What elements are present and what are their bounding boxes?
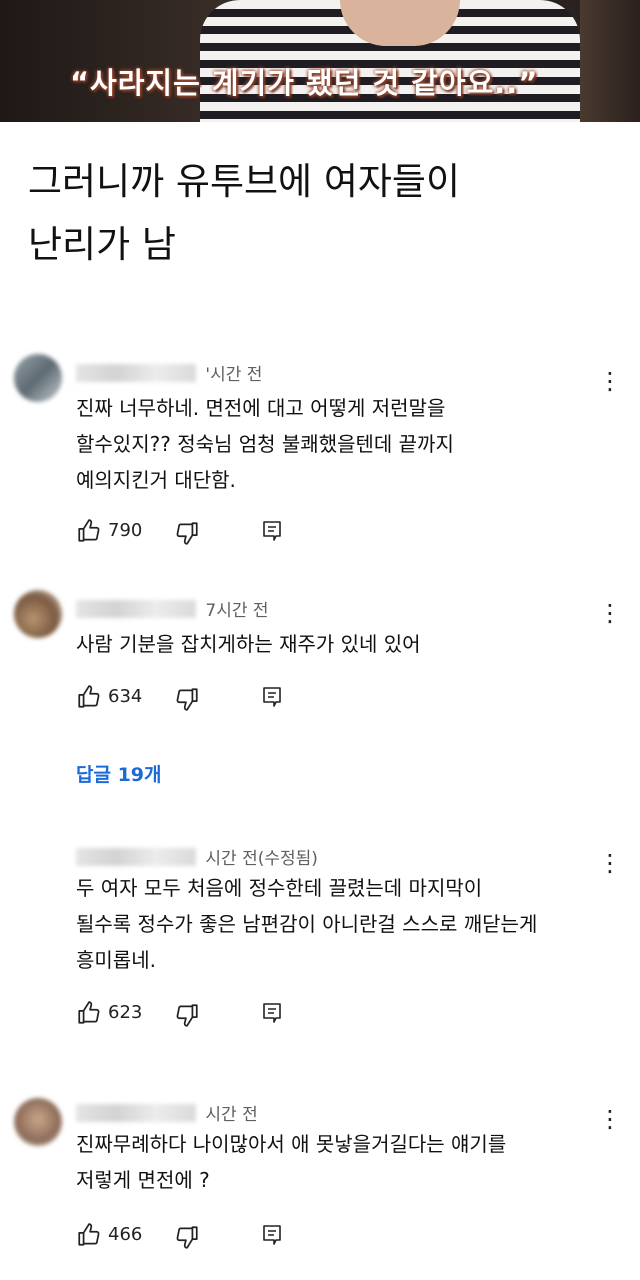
post-line: 난리가 남 [28, 223, 176, 266]
like-count: 634 [108, 686, 143, 707]
comment-actions: 790 [76, 516, 376, 546]
comment-line: 될수록 정수가 좋은 남편감이 아니란걸 스스로 깨닫는게 [76, 912, 538, 936]
comment-line: 두 여자 모두 처음에 정수한테 끌렸는데 마지막이 [76, 876, 483, 900]
post-text: 그러니까 유투브에 여자들이 난리가 남 [28, 150, 618, 276]
post-line: 그러니까 유투브에 여자들이 [28, 160, 461, 203]
comment-line: 흥미롭네. [76, 948, 156, 972]
reply-icon[interactable] [260, 685, 284, 709]
comment-timestamp: 7시간 전 [205, 601, 269, 621]
blurred-username [76, 1103, 196, 1122]
more-vertical-icon[interactable]: ⋮ [598, 598, 622, 628]
comment-line: 할수있지?? 정숙님 엄청 불쾌했을텐데 끝까지 [76, 432, 454, 456]
comment-text: 진짜 너무하네. 면전에 대고 어떻게 저런말을 할수있지?? 정숙님 엄청 불… [76, 390, 616, 498]
comment-timestamp: 시간 전(수정됨) [205, 849, 318, 869]
comment-line: 진짜 너무하네. 면전에 대고 어떻게 저런말을 [76, 396, 446, 420]
comment-line: 사람 기분을 잡치게하는 재주가 있네 있어 [76, 632, 421, 656]
avatar[interactable] [14, 1098, 62, 1146]
thumbs-down-icon[interactable] [174, 686, 200, 712]
thumbs-up-icon[interactable] [76, 1222, 102, 1248]
view-replies-link[interactable]: 답글 19개 [76, 760, 162, 787]
like-count: 623 [108, 1002, 143, 1023]
thumbs-down-icon[interactable] [174, 1002, 200, 1028]
like-count: 466 [108, 1224, 143, 1245]
comment-timestamp: '시간 전 [205, 365, 263, 385]
comment-meta: 시간 전(수정됨) [76, 844, 318, 869]
blurred-username [76, 847, 196, 866]
comment-line: 진짜무례하다 나이많아서 애 못낳을거길다는 얘기를 [76, 1132, 507, 1156]
thumbs-down-icon[interactable] [174, 1224, 200, 1250]
comment-meta: 시간 전 [76, 1100, 258, 1125]
reply-icon[interactable] [260, 1223, 284, 1247]
comment-text: 사람 기분을 잡치게하는 재주가 있네 있어 [76, 626, 616, 662]
thumbs-up-icon[interactable] [76, 1000, 102, 1026]
reply-icon[interactable] [260, 1001, 284, 1025]
comment-line: 예의지킨거 대단함. [76, 468, 236, 492]
comment-timestamp: 시간 전 [205, 1105, 258, 1125]
comment-line: 저렇게 면전에 ? [76, 1168, 210, 1192]
video-caption: “사라지는 계기가 됐던 것 같아요..” [70, 66, 539, 100]
comment-meta: 7시간 전 [76, 596, 269, 621]
comment-meta: '시간 전 [76, 360, 263, 385]
avatar[interactable] [14, 354, 62, 402]
comment-actions: 466 [76, 1220, 376, 1250]
video-thumbnail[interactable]: “사라지는 계기가 됐던 것 같아요..” [0, 0, 640, 122]
thumbs-up-icon[interactable] [76, 518, 102, 544]
like-count: 790 [108, 520, 143, 541]
thumbs-down-icon[interactable] [174, 520, 200, 546]
blurred-username [76, 363, 196, 382]
comment-actions: 623 [76, 998, 376, 1028]
thumbs-up-icon[interactable] [76, 684, 102, 710]
blurred-username [76, 599, 196, 618]
comment-text: 진짜무례하다 나이많아서 애 못낳을거길다는 얘기를 저렇게 면전에 ? [76, 1126, 616, 1198]
avatar[interactable] [14, 590, 62, 638]
reply-icon[interactable] [260, 519, 284, 543]
comment-actions: 634 [76, 682, 376, 712]
comment-text: 두 여자 모두 처음에 정수한테 끌렸는데 마지막이 될수록 정수가 좋은 남편… [76, 870, 616, 978]
